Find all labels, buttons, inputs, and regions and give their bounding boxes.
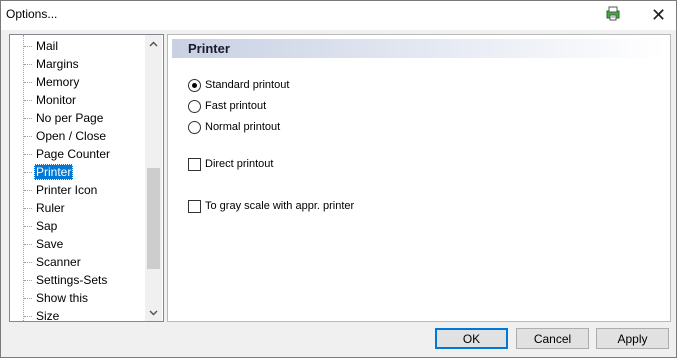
tree-connector	[24, 100, 32, 101]
tree-connector	[24, 172, 32, 173]
tree-item-label: Ruler	[36, 201, 65, 215]
close-button[interactable]: ✕	[641, 1, 676, 30]
checkbox[interactable]	[188, 157, 201, 171]
radio-option[interactable]: Fast printout	[188, 98, 266, 114]
title-bar: Options... ✕	[1, 1, 676, 30]
tree-item-label: Settings-Sets	[36, 273, 108, 287]
tree-connector	[24, 262, 32, 263]
radio-button[interactable]	[188, 120, 201, 134]
settings-panel: Printer Standard printout Fast printout No…	[167, 34, 671, 322]
tree-connector	[24, 118, 32, 119]
tree-connector	[24, 46, 32, 47]
chevron-up-icon	[149, 41, 158, 46]
tree-item[interactable]: Page Counter	[24, 145, 142, 163]
option-label: Direct printout	[205, 158, 274, 170]
tree-item[interactable]: Sap	[24, 217, 142, 235]
apply-button[interactable]: Apply	[596, 328, 669, 349]
option-label: Normal printout	[205, 121, 281, 133]
window-title: Options...	[6, 7, 58, 21]
tree-connector	[24, 64, 32, 65]
radio-option[interactable]: Standard printout	[188, 77, 289, 93]
tree-connector	[24, 208, 32, 209]
printer-app-icon	[605, 5, 621, 21]
scroll-down-button[interactable]	[145, 304, 162, 321]
checkbox[interactable]	[188, 199, 201, 213]
panel-header: Printer	[172, 39, 666, 58]
tree-item[interactable]: Size	[24, 307, 142, 322]
tree-item-label: Margins	[36, 57, 79, 71]
tree-connector	[24, 136, 32, 137]
chevron-down-icon	[149, 310, 158, 315]
tree-item-label: No per Page	[36, 111, 104, 125]
tree-item-label: Save	[36, 237, 64, 251]
tree-connector	[24, 280, 32, 281]
tree-connector	[24, 190, 32, 191]
radio-button[interactable]	[188, 78, 201, 92]
tree-item[interactable]: Margins	[24, 55, 142, 73]
tree-item[interactable]: Mail	[24, 37, 142, 55]
tree-item[interactable]: Printer Icon	[24, 181, 142, 199]
checkbox-option[interactable]: Direct printout	[188, 156, 273, 172]
checkbox-option[interactable]: To gray scale with appr. printer	[188, 198, 354, 214]
tree-connector	[24, 82, 32, 83]
tree-connector	[24, 226, 32, 227]
ok-button[interactable]: OK	[435, 328, 508, 349]
tree-item[interactable]: Save	[24, 235, 142, 253]
tree-connector	[24, 316, 32, 317]
scroll-thumb[interactable]	[147, 168, 160, 269]
tree-item-label: Size	[36, 309, 60, 322]
option-label: Fast printout	[205, 100, 267, 112]
tree-item[interactable]: No per Page	[24, 109, 142, 127]
tree-connector	[24, 244, 32, 245]
tree-item-label: Page Counter	[36, 147, 111, 161]
tree-scrollbar[interactable]	[145, 35, 162, 321]
tree-item[interactable]: Open / Close	[24, 127, 142, 145]
option-label: To gray scale with appr. printer	[205, 200, 355, 212]
panel-title: Printer	[188, 41, 230, 56]
scroll-up-button[interactable]	[145, 35, 162, 52]
tree-item[interactable]: Monitor	[24, 91, 142, 109]
tree-item-label: Scanner	[36, 255, 81, 269]
tree-connector	[24, 154, 32, 155]
tree-item-label: Show this	[36, 291, 89, 305]
options-dialog: Options... ✕ Mail Margins Memory Monitor No …	[0, 0, 677, 358]
radio-button[interactable]	[188, 99, 201, 113]
tree-item[interactable]: Ruler	[24, 199, 142, 217]
option-label: Standard printout	[205, 79, 290, 91]
tree-item-label: Sap	[36, 219, 58, 233]
tree-item-label: Open / Close	[36, 129, 107, 143]
tree-item[interactable]: Scanner	[24, 253, 142, 271]
cancel-button[interactable]: Cancel	[516, 328, 589, 349]
tree-item[interactable]: Printer	[24, 163, 142, 181]
tree-connector	[24, 298, 32, 299]
tree-item-label: Printer	[34, 164, 74, 180]
close-icon: ✕	[650, 5, 667, 25]
tree-item-label: Printer Icon	[36, 183, 98, 197]
tree-item[interactable]: Memory	[24, 73, 142, 91]
tree-item[interactable]: Settings-Sets	[24, 271, 142, 289]
tree-item-label: Memory	[36, 75, 80, 89]
tree-item-label: Mail	[36, 39, 59, 53]
options-tree[interactable]: Mail Margins Memory Monitor No per Page Open …	[9, 34, 164, 322]
tree-item-label: Monitor	[36, 93, 77, 107]
radio-option[interactable]: Normal printout	[188, 119, 280, 135]
tree-item[interactable]: Show this	[24, 289, 142, 307]
